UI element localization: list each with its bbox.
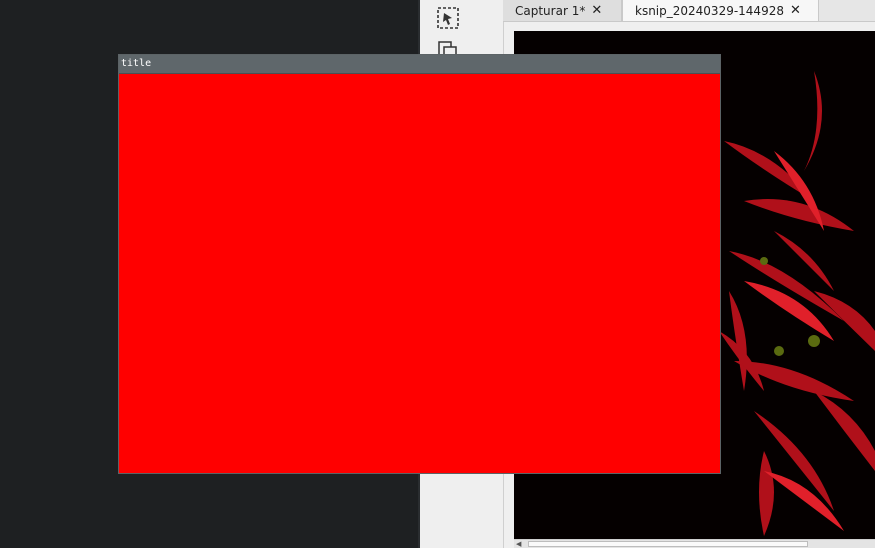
tab-ksnip-image[interactable]: ksnip_20240329-144928 ✕: [622, 0, 819, 21]
select-region-icon[interactable]: [435, 5, 461, 31]
horizontal-scrollbar[interactable]: ◀: [514, 539, 875, 548]
tab-label: Capturar 1*: [515, 3, 586, 18]
scroll-left-icon[interactable]: ◀: [516, 540, 521, 548]
popup-body: [119, 74, 720, 473]
popup-title: title: [121, 58, 152, 69]
close-icon[interactable]: ✕: [591, 4, 602, 17]
scrollbar-thumb[interactable]: [528, 541, 808, 547]
popup-titlebar[interactable]: title: [119, 55, 720, 74]
tab-bar: Capturar 1* ✕ ksnip_20240329-144928 ✕: [503, 0, 875, 22]
tab-capturar-1[interactable]: Capturar 1* ✕: [503, 0, 622, 21]
tab-label: ksnip_20240329-144928: [635, 3, 784, 18]
popup-window[interactable]: title: [118, 54, 721, 474]
close-icon[interactable]: ✕: [790, 4, 801, 17]
